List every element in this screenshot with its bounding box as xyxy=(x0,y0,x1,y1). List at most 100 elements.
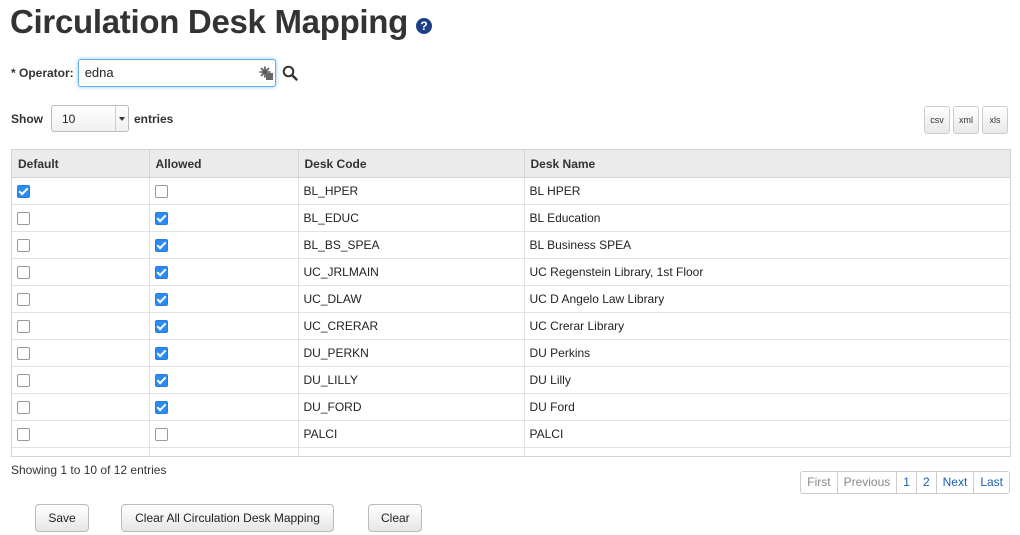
default-cell xyxy=(12,258,150,286)
default-checkbox[interactable] xyxy=(17,401,30,415)
operator-input[interactable] xyxy=(78,60,251,84)
allowed-cell xyxy=(149,258,299,286)
allowed-checkbox[interactable] xyxy=(154,239,168,253)
show-label: Show xyxy=(11,111,43,126)
desk-name-cell: PALCI xyxy=(524,420,1010,448)
clear-all-mapping-button[interactable]: Clear All Circulation Desk Mapping xyxy=(121,504,334,532)
table-row: DU_FORD DU Ford xyxy=(12,393,1010,421)
desk-mapping-table: Default Allowed Desk Code Desk Name BL_H… xyxy=(11,149,1011,457)
allowed-checkbox[interactable] xyxy=(154,428,168,442)
default-checkbox[interactable] xyxy=(17,212,30,226)
default-checkbox[interactable] xyxy=(17,320,30,334)
pagination-last[interactable]: Last xyxy=(974,472,1009,493)
allowed-cell xyxy=(149,339,299,367)
allowed-cell xyxy=(149,420,299,448)
pagination-first[interactable]: First xyxy=(801,472,838,493)
lookup-icon[interactable] xyxy=(258,66,273,80)
default-cell xyxy=(12,231,150,259)
pagination-next[interactable]: Next xyxy=(936,472,975,493)
column-header-default[interactable]: Default xyxy=(12,150,150,178)
empty-cell xyxy=(12,447,150,456)
desk-name-cell: UC Crerar Library xyxy=(524,312,1010,340)
export-xls-button[interactable]: xls xyxy=(982,106,1008,134)
operator-row: * Operator: xyxy=(11,59,298,87)
page-length-control: Show 10 entries xyxy=(11,105,173,132)
allowed-cell xyxy=(149,177,299,205)
table-row: DU_PERKN DU Perkins xyxy=(12,339,1010,367)
chevron-down-icon xyxy=(115,106,128,131)
desk-code-cell: UC_DLAW xyxy=(298,285,525,313)
default-cell xyxy=(12,177,150,205)
empty-cell xyxy=(149,447,299,456)
default-cell xyxy=(12,366,150,394)
default-cell xyxy=(12,393,150,421)
pagination-previous[interactable]: Previous xyxy=(837,472,898,493)
allowed-checkbox[interactable] xyxy=(154,212,168,226)
table-row: DU_LILLY DU Lilly xyxy=(12,366,1010,394)
pagination-page-2[interactable]: 2 xyxy=(916,472,937,493)
export-csv-button[interactable]: csv xyxy=(924,106,950,134)
desk-name-cell: DU Perkins xyxy=(524,339,1010,367)
allowed-cell xyxy=(149,366,299,394)
default-checkbox[interactable] xyxy=(17,347,30,361)
table-info: Showing 1 to 10 of 12 entries xyxy=(11,463,167,477)
pagination-page-1[interactable]: 1 xyxy=(897,472,917,493)
page-size-select[interactable]: 10 xyxy=(51,105,129,132)
clear-button[interactable]: Clear xyxy=(368,504,422,532)
allowed-checkbox[interactable] xyxy=(154,266,168,280)
column-header-allowed[interactable]: Allowed xyxy=(149,150,299,178)
desk-code-cell: BL_BS_SPEA xyxy=(298,231,525,259)
column-header-desk-code[interactable]: Desk Code xyxy=(298,150,525,178)
allowed-checkbox[interactable] xyxy=(154,347,168,361)
allowed-cell xyxy=(149,231,299,259)
desk-code-cell: PALCI xyxy=(298,420,525,448)
desk-code-cell: UC_CRERAR xyxy=(298,312,525,340)
help-icon[interactable]: ? xyxy=(416,18,433,34)
allowed-cell xyxy=(149,285,299,313)
title-row: Circulation Desk Mapping ? xyxy=(10,0,433,44)
default-checkbox[interactable] xyxy=(17,293,30,307)
default-checkbox[interactable] xyxy=(17,239,30,253)
desk-name-cell: UC D Angelo Law Library xyxy=(524,285,1010,313)
entries-label: entries xyxy=(134,111,174,126)
allowed-checkbox[interactable] xyxy=(154,401,168,415)
desk-name-cell: DU Ford xyxy=(524,393,1010,421)
allowed-checkbox[interactable] xyxy=(154,374,168,388)
table-row-partial xyxy=(12,447,1010,456)
desk-code-cell: BL_EDUC xyxy=(298,204,525,232)
desk-name-cell: BL HPER xyxy=(524,177,1010,205)
operator-field[interactable] xyxy=(77,59,276,87)
desk-name-cell: UC Regenstein Library, 1st Floor xyxy=(524,258,1010,286)
default-checkbox[interactable] xyxy=(17,374,30,388)
allowed-checkbox[interactable] xyxy=(154,320,168,334)
default-cell xyxy=(12,285,150,313)
export-buttons: csv xml xls xyxy=(924,106,1008,134)
table-row: BL_BS_SPEA BL Business SPEA xyxy=(12,231,1010,259)
desk-code-cell: DU_PERKN xyxy=(298,339,525,367)
allowed-cell xyxy=(149,204,299,232)
page-title: Circulation Desk Mapping xyxy=(10,3,409,40)
allowed-cell xyxy=(149,393,299,421)
default-checkbox[interactable] xyxy=(17,428,30,442)
empty-cell xyxy=(524,447,1010,456)
desk-code-cell: DU_LILLY xyxy=(298,366,525,394)
allowed-checkbox[interactable] xyxy=(154,185,168,199)
desk-code-cell: BL_HPER xyxy=(298,177,525,205)
table-row: UC_DLAW UC D Angelo Law Library xyxy=(12,285,1010,313)
table-header-row: Default Allowed Desk Code Desk Name xyxy=(12,150,1010,178)
desk-code-cell: DU_FORD xyxy=(298,393,525,421)
desk-code-cell: UC_JRLMAIN xyxy=(298,258,525,286)
table-row: UC_CRERAR UC Crerar Library xyxy=(12,312,1010,340)
desk-name-cell: BL Education xyxy=(524,204,1010,232)
default-cell xyxy=(12,312,150,340)
export-xml-button[interactable]: xml xyxy=(953,106,979,134)
table-row: PALCI PALCI xyxy=(12,420,1010,448)
column-header-desk-name[interactable]: Desk Name xyxy=(524,150,1010,178)
save-button[interactable]: Save xyxy=(35,504,89,532)
desk-name-cell: DU Lilly xyxy=(524,366,1010,394)
default-checkbox[interactable] xyxy=(17,185,30,199)
search-icon[interactable] xyxy=(282,65,298,81)
table-row: BL_HPER BL HPER xyxy=(12,177,1010,205)
allowed-checkbox[interactable] xyxy=(154,293,168,307)
default-checkbox[interactable] xyxy=(17,266,30,280)
